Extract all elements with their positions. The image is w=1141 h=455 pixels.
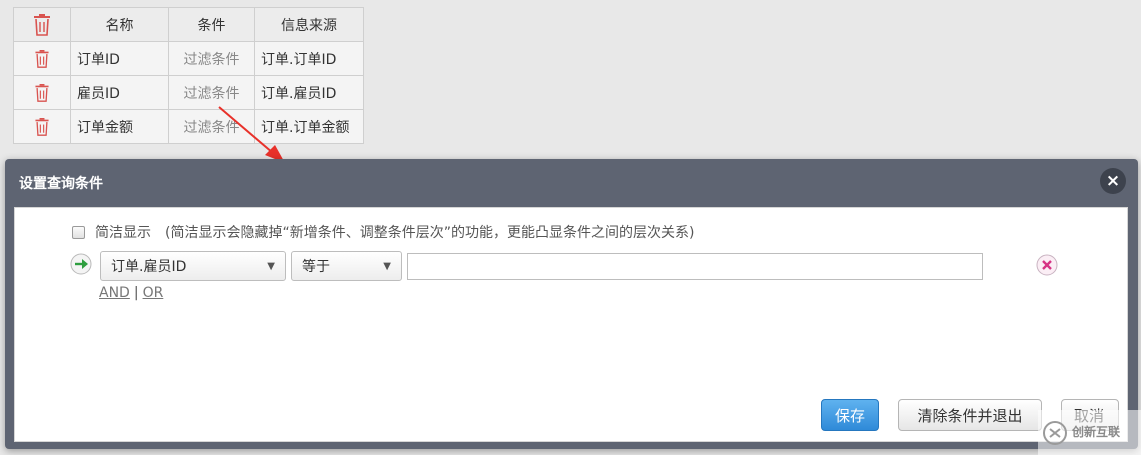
caret-down-icon: ▼ xyxy=(383,260,391,272)
remove-x-icon[interactable] xyxy=(1036,254,1058,280)
table-row: 订单金额 过滤条件 订单.订单金额 xyxy=(13,109,364,144)
table-row: 订单ID 过滤条件 订单.订单ID xyxy=(13,41,364,76)
go-arrow-icon[interactable] xyxy=(70,253,92,279)
and-link[interactable]: AND xyxy=(99,285,130,301)
watermark-text: 创新互联 xyxy=(1072,424,1121,439)
delete-all-cell[interactable] xyxy=(13,7,71,42)
simple-display-checkbox[interactable] xyxy=(72,225,85,239)
header-source: 信息来源 xyxy=(254,7,364,42)
trash-icon[interactable] xyxy=(14,117,70,137)
clear-and-exit-button[interactable]: 清除条件并退出 xyxy=(898,399,1042,431)
trash-icon[interactable] xyxy=(14,13,70,37)
watermark: 创新互联 xyxy=(1038,410,1141,455)
trash-icon[interactable] xyxy=(14,83,70,103)
header-condition: 条件 xyxy=(168,7,255,42)
dialog-title: 设置查询条件 xyxy=(19,176,103,192)
caret-down-icon: ▼ xyxy=(267,260,275,272)
row-source: 订单.订单ID xyxy=(254,41,364,76)
header-name: 名称 xyxy=(70,7,169,42)
dialog-body: 简洁显示 (简洁显示会隐藏掉“新增条件、调整条件层次”的功能，更能凸显条件之间的… xyxy=(14,207,1128,442)
condition-value-input[interactable] xyxy=(407,252,983,280)
logic-links: AND | OR xyxy=(99,285,163,301)
close-icon[interactable]: × xyxy=(1100,168,1126,194)
query-condition-dialog: 设置查询条件 × 简洁显示 (简洁显示会隐藏掉“新增条件、调整条件层次”的功能，… xyxy=(5,159,1138,449)
or-link[interactable]: OR xyxy=(143,285,164,301)
simple-display-row: 简洁显示 (简洁显示会隐藏掉“新增条件、调整条件层次”的功能，更能凸显条件之间的… xyxy=(72,222,694,242)
row-name: 雇员ID xyxy=(70,75,169,110)
operator-select-value: 等于 xyxy=(302,259,330,275)
save-button[interactable]: 保存 xyxy=(821,399,879,431)
simple-display-hint: (简洁显示会隐藏掉“新增条件、调整条件层次”的功能，更能凸显条件之间的层次关系) xyxy=(165,225,695,241)
annotation-arrow-icon xyxy=(218,106,285,163)
trash-icon[interactable] xyxy=(14,49,70,69)
table-header-row: 名称 条件 信息来源 xyxy=(13,7,364,42)
simple-display-label[interactable]: 简洁显示 xyxy=(95,222,151,242)
operator-select[interactable]: 等于 ▼ xyxy=(291,251,402,281)
field-table: 名称 条件 信息来源 订单ID 过滤条件 订单.订单ID 雇员ID 过滤条件 订… xyxy=(13,7,364,144)
condition-row: 订单.雇员ID ▼ 等于 ▼ xyxy=(70,251,983,281)
logic-separator: | xyxy=(133,285,139,301)
watermark-logo-icon xyxy=(1043,420,1067,445)
row-name: 订单ID xyxy=(70,41,169,76)
table-row: 雇员ID 过滤条件 订单.雇员ID xyxy=(13,75,364,110)
field-select-value: 订单.雇员ID xyxy=(111,259,187,275)
row-name: 订单金额 xyxy=(70,109,169,144)
row-condition-link[interactable]: 过滤条件 xyxy=(168,41,255,76)
field-select[interactable]: 订单.雇员ID ▼ xyxy=(100,251,286,281)
